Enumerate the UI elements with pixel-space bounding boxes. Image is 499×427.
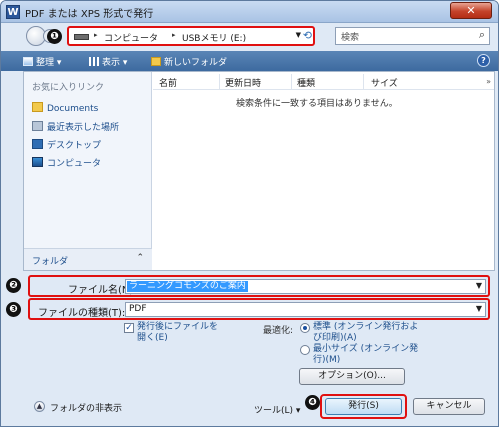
callout-marker-2: ❷ xyxy=(6,278,21,293)
address-row: ❶ ▸ コンピュータ ▸ USBメモリ (E:) ▼ ⟲ 検索 ⌕ xyxy=(1,23,498,49)
optimize-standard-label[interactable]: 標準 (オンライン発行およ び印刷)(A) xyxy=(313,322,418,344)
optimize-standard-radio[interactable] xyxy=(300,323,310,333)
sidebar-item-desktop[interactable]: デスクトップ xyxy=(32,138,101,151)
folder-icon xyxy=(32,102,43,112)
chevron-right-icon[interactable]: » xyxy=(486,77,491,86)
new-folder-label: 新しいフォルダ xyxy=(164,58,228,68)
breadcrumb-computer[interactable]: コンピュータ xyxy=(104,31,158,44)
sidebar-item-documents[interactable]: Documents xyxy=(32,102,98,114)
breadcrumb-separator: ▸ xyxy=(172,31,176,39)
organize-icon xyxy=(23,57,33,66)
favorites-title: お気に入りリンク xyxy=(32,83,105,93)
open-after-publish-line1: 発行後にファイルを xyxy=(137,322,219,332)
sidebar-item-label: デスクトップ xyxy=(47,141,102,151)
breadcrumb-separator: ▸ xyxy=(94,31,98,39)
computer-icon xyxy=(32,157,43,167)
column-modified[interactable]: 更新日時 xyxy=(225,76,261,89)
drive-icon xyxy=(74,34,89,40)
sidebar-item-label: コンピュータ xyxy=(47,159,102,169)
file-list[interactable]: 名前 更新日時 種類 サイズ » 検索条件に一致する項目はありません。 xyxy=(153,72,494,270)
toolbar: 整理 ▾ 表示 ▾ 新しいフォルダ ? xyxy=(1,51,498,71)
chevron-down-icon[interactable]: ▼ xyxy=(296,31,301,39)
column-name[interactable]: 名前 xyxy=(159,76,177,89)
column-type[interactable]: 種類 xyxy=(297,76,315,89)
chevron-down-icon[interactable]: ▼ xyxy=(476,304,482,313)
help-icon[interactable]: ? xyxy=(477,54,490,67)
cancel-button[interactable]: キャンセル xyxy=(413,398,485,415)
column-divider xyxy=(291,74,292,90)
optimize-label: 最適化: xyxy=(263,326,294,336)
tools-menu[interactable]: ツール(L) ▾ xyxy=(254,403,300,416)
open-after-publish-label[interactable]: 発行後にファイルを 開く(E) xyxy=(137,322,218,344)
optimize-minimum-label[interactable]: 最小サイズ (オンライン発 行)(M) xyxy=(313,344,418,366)
column-divider xyxy=(219,74,220,90)
word-app-icon: W xyxy=(6,5,20,19)
filetype-select[interactable]: PDF ▼ xyxy=(125,302,486,317)
sidebar-item-label: Documents xyxy=(47,104,99,114)
filetype-row: ファイルの種類(T): PDF ▼ xyxy=(28,298,490,320)
chevron-down-icon[interactable]: ▼ xyxy=(476,281,482,290)
folders-toggle[interactable]: フォルダ ⌃ xyxy=(24,248,152,270)
recent-places-icon xyxy=(32,121,43,131)
filetype-label: ファイルの種類(T): xyxy=(38,308,126,319)
organize-button[interactable]: 整理 ▾ xyxy=(23,55,61,68)
open-after-publish-line2: 開く(E) xyxy=(137,333,168,343)
view-button[interactable]: 表示 ▾ xyxy=(89,55,127,68)
minimum-line1: 最小サイズ (オンライン発 xyxy=(313,344,419,354)
desktop-icon xyxy=(32,139,43,149)
sidebar-item-computer[interactable]: コンピュータ xyxy=(32,156,101,169)
column-size[interactable]: サイズ xyxy=(371,76,398,89)
save-dialog: W PDF または XPS 形式で発行 ✕ ❶ ▸ コンピュータ ▸ USBメモ… xyxy=(0,0,499,427)
callout-marker-3: ❸ xyxy=(6,302,21,317)
view-icon xyxy=(89,57,99,66)
filename-value: ラーニングコモンズのご案内 xyxy=(127,281,248,292)
chevron-up-icon: ⌃ xyxy=(136,253,144,263)
optimize-minimum-radio[interactable] xyxy=(300,345,310,355)
open-after-publish-checkbox[interactable]: ✓ xyxy=(124,323,134,333)
callout-marker-1: ❶ xyxy=(47,29,62,44)
close-button[interactable]: ✕ xyxy=(450,2,492,19)
standard-line2: び印刷)(A) xyxy=(313,333,357,343)
new-folder-button[interactable]: 新しいフォルダ xyxy=(151,55,227,68)
standard-line1: 標準 (オンライン発行およ xyxy=(313,322,419,332)
callout-marker-4: ❹ xyxy=(305,395,320,410)
search-input[interactable]: 検索 ⌕ xyxy=(335,27,490,45)
column-divider xyxy=(363,74,364,90)
title-bar: W PDF または XPS 形式で発行 ✕ xyxy=(1,1,498,23)
organize-label: 整理 xyxy=(36,58,55,68)
breadcrumb-usb-drive[interactable]: USBメモリ (E:) xyxy=(182,31,246,44)
minimum-line2: 行)(M) xyxy=(313,355,341,365)
column-header: 名前 更新日時 種類 サイズ » xyxy=(153,74,494,90)
refresh-icon[interactable]: ⟲ xyxy=(303,29,312,42)
address-bar[interactable]: ▸ コンピュータ ▸ USBメモリ (E:) ▼ ⟲ xyxy=(67,26,315,46)
search-placeholder: 検索 xyxy=(341,33,360,43)
navigation-pane: お気に入りリンク Documents 最近表示した場所 デスクトップ コンピュー… xyxy=(24,72,152,270)
sidebar-item-recent-places[interactable]: 最近表示した場所 xyxy=(32,120,119,133)
tools-label: ツール(L) xyxy=(254,406,294,416)
filename-row: ファイル名(N): ラーニングコモンズのご案内 ▼ xyxy=(28,275,490,297)
window-title: PDF または XPS 形式で発行 xyxy=(25,9,154,20)
new-folder-icon xyxy=(151,57,161,66)
filetype-value: PDF xyxy=(129,304,147,314)
chevron-up-icon[interactable]: ▲ xyxy=(34,401,45,412)
empty-message: 検索条件に一致する項目はありません。 xyxy=(236,99,398,109)
hide-folders-label[interactable]: フォルダの非表示 xyxy=(50,401,122,414)
sidebar-item-label: 最近表示した場所 xyxy=(47,123,120,133)
filename-input[interactable]: ラーニングコモンズのご案内 ▼ xyxy=(125,279,486,294)
publish-button[interactable]: 発行(S) xyxy=(325,398,402,415)
search-icon[interactable]: ⌕ xyxy=(479,28,485,42)
options-button[interactable]: オプション(O)... xyxy=(299,368,405,385)
folders-label: フォルダ xyxy=(32,257,69,267)
browser-pane: お気に入りリンク Documents 最近表示した場所 デスクトップ コンピュー… xyxy=(23,71,495,271)
view-label: 表示 xyxy=(102,58,121,68)
